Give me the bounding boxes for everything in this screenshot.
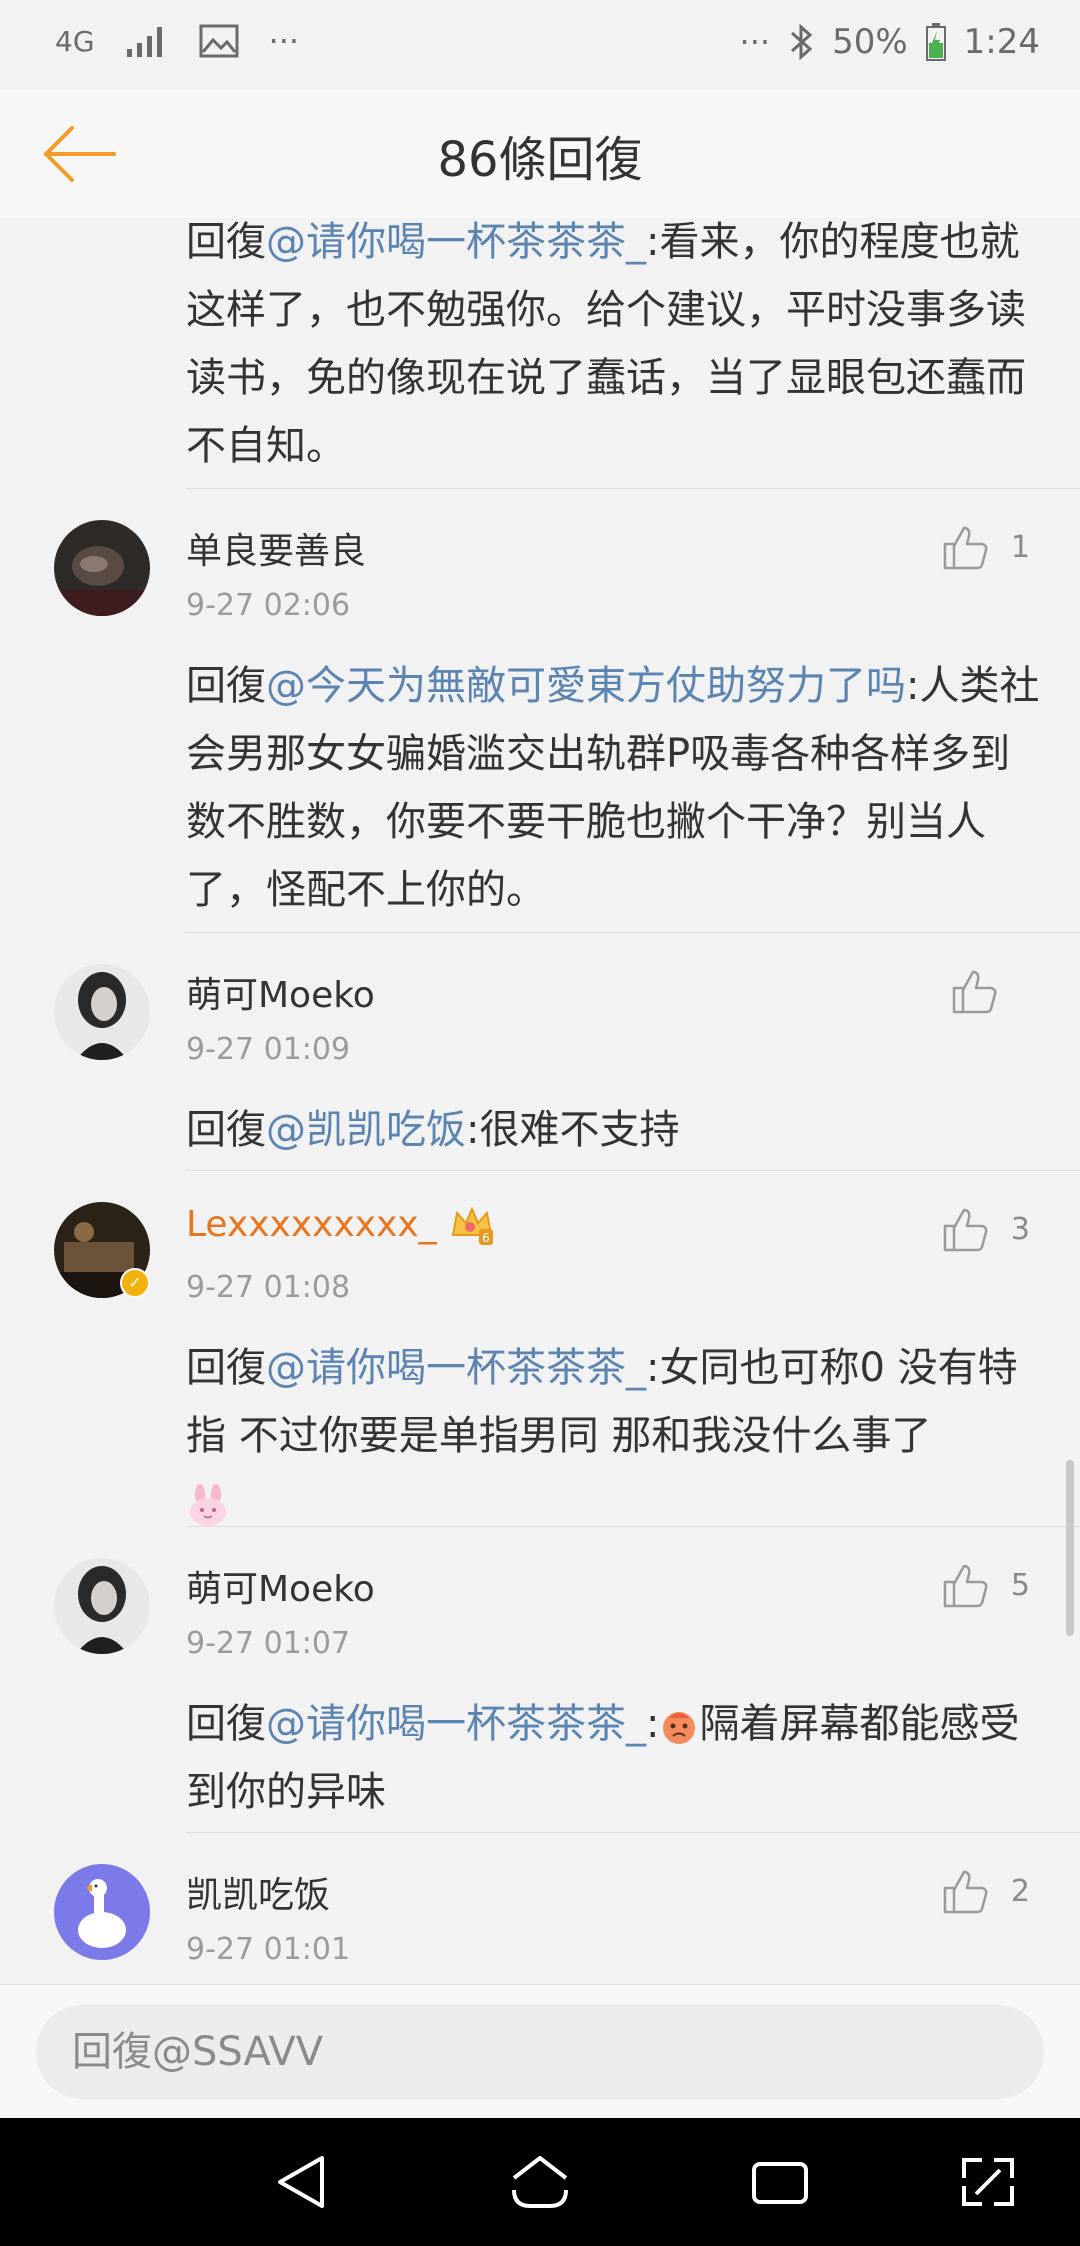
navigation-bar [0, 2118, 1080, 2246]
image-icon [199, 24, 239, 58]
like-count: 2 [1010, 1873, 1030, 1909]
like-button[interactable]: 1 [941, 524, 1030, 570]
svg-text:6: 6 [482, 1231, 490, 1245]
nav-back-button[interactable] [270, 2152, 334, 2212]
bluetooth-icon [791, 23, 813, 61]
reply-input[interactable]: 回復@SSAVV [36, 2005, 1044, 2099]
like-count: 3 [1010, 1211, 1030, 1247]
timestamp: 9-27 01:01 [186, 1932, 351, 1967]
username[interactable]: 单良要善良 [186, 522, 366, 574]
timestamp: 9-27 01:08 [186, 1270, 351, 1305]
divider [186, 488, 1080, 489]
thumbs-up-icon [943, 1870, 988, 1914]
avatar[interactable] [54, 1864, 150, 1960]
header: 86條回復 [0, 90, 1080, 219]
like-button[interactable]: 2 [941, 1868, 1030, 1914]
divider [186, 1526, 1080, 1527]
signal-icon [126, 27, 162, 57]
expand-screen-icon [962, 2158, 1014, 2206]
username[interactable]: Lexxxxxxxxx_ 6 [186, 1204, 495, 1247]
more-status-icon: ··· [739, 23, 771, 61]
like-count: 5 [1010, 1567, 1030, 1603]
verified-badge-icon: ✓ [120, 1268, 150, 1298]
mention-link[interactable]: @请你喝一杯茶茶茶_ [266, 219, 646, 265]
comment-text: 回復@请你喝一杯茶茶茶_:女同也可称0 没有特指 不过你要是单指男同 那和我没什… [186, 1334, 1046, 1538]
username[interactable]: 凯凯吃饭 [186, 1866, 330, 1918]
battery-icon [925, 23, 946, 61]
comment-text: 回復@请你喝一杯茶茶茶_: 隔着屏幕都能感受到你的异味 [186, 1701, 1020, 1815]
username[interactable]: 萌可Moeko [186, 1560, 375, 1612]
nav-recents-icon [752, 2162, 808, 2204]
comment-list[interactable]: 回復@请你喝一杯茶茶茶_:看来，你的程度也就这样了，也不勉强你。给个建议，平时没… [0, 218, 1080, 1984]
scrollbar[interactable] [1066, 1460, 1074, 1636]
nav-back-icon [278, 2156, 324, 2208]
like-button[interactable]: 3 [941, 1206, 1030, 1252]
timestamp: 9-27 01:07 [186, 1626, 351, 1661]
like-count: 1 [1010, 529, 1030, 565]
thumbs-up-icon [943, 1564, 988, 1608]
divider [186, 932, 1080, 933]
divider [186, 1170, 1080, 1171]
clock: 1:24 [963, 22, 1040, 62]
thumbs-up-icon [952, 970, 997, 1014]
comment-text: 回復@凯凯吃饭:很难不支持 [186, 1107, 680, 1153]
battery-percent: 50% [832, 22, 908, 62]
username[interactable]: 萌可Moeko [186, 966, 375, 1018]
thumbs-up-icon [943, 526, 988, 570]
nav-home-button[interactable] [508, 2152, 572, 2212]
network-type: 4G [55, 24, 95, 58]
timestamp: 9-27 02:06 [186, 588, 351, 623]
nav-recents-button[interactable] [748, 2152, 812, 2212]
mention-link[interactable]: @凯凯吃饭 [266, 1107, 466, 1153]
comment-text: 回復@今天为無敵可愛東方仗助努力了吗:人类社会男那女女骗婚滥交出轨群P吸毒各种各… [186, 663, 1040, 913]
bunny-emoji-icon [190, 1484, 226, 1526]
thumbs-up-icon [943, 1208, 988, 1252]
mention-link[interactable]: @请你喝一杯茶茶茶_ [266, 1345, 646, 1391]
timestamp: 9-27 01:09 [186, 1032, 351, 1067]
angry-emoji-icon [663, 1712, 696, 1744]
divider [186, 1832, 1080, 1833]
like-button[interactable]: 5 [941, 1562, 1030, 1608]
avatar[interactable] [54, 964, 150, 1060]
mention-link[interactable]: @请你喝一杯茶茶茶_ [266, 1701, 646, 1747]
vip-crown-icon: 6 [451, 1206, 493, 1245]
status-bar: 4G ··· ··· 50% 1:24 [0, 0, 1080, 90]
more-notifications-icon: ··· [268, 22, 300, 60]
like-button[interactable] [950, 968, 1030, 1014]
avatar[interactable] [54, 1558, 150, 1654]
page-title: 86條回復 [437, 132, 643, 188]
partial-comment-text: 回復@请你喝一杯茶茶茶_:看来，你的程度也就这样了，也不勉强你。给个建议，平时没… [186, 219, 1026, 469]
mention-link[interactable]: @今天为無敵可愛東方仗助努力了吗 [266, 663, 906, 709]
reply-bar: 回復@SSAVV [0, 1984, 1080, 2119]
nav-expand-button[interactable] [956, 2152, 1020, 2212]
nav-home-icon [512, 2156, 568, 2208]
avatar[interactable] [54, 520, 150, 616]
